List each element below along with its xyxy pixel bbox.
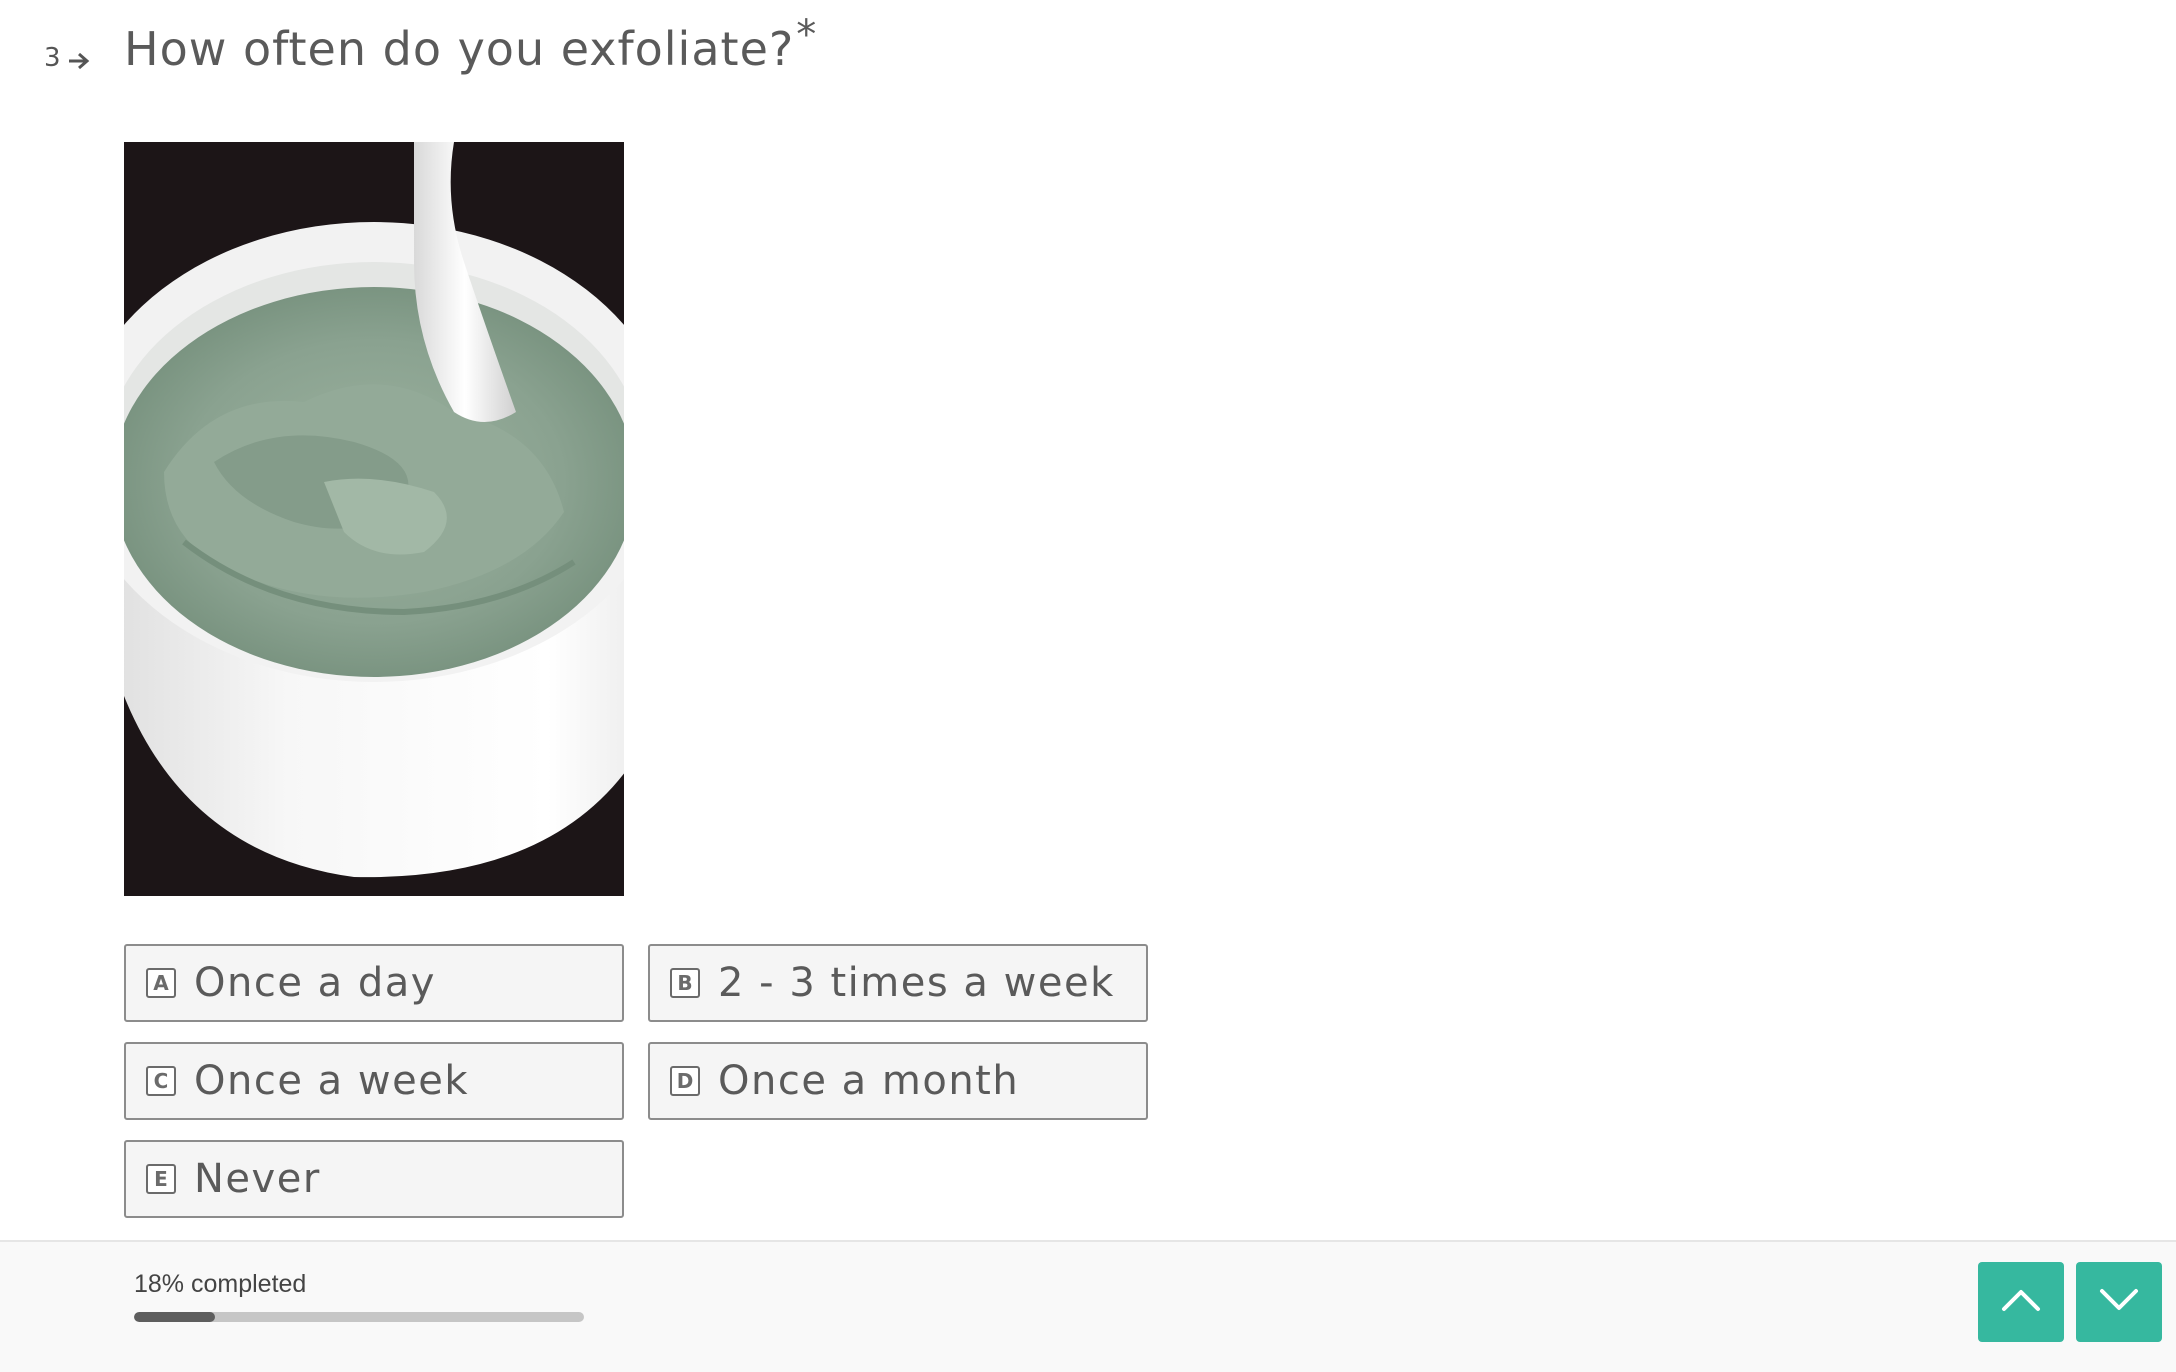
choice-key-c: C (146, 1066, 176, 1096)
choice-e[interactable]: E Never (124, 1140, 624, 1218)
choice-key-d: D (670, 1066, 700, 1096)
choice-key-a: A (146, 968, 176, 998)
question-title-text: How often do you exfoliate? (124, 22, 795, 76)
choice-label-c: Once a week (194, 1058, 469, 1104)
footer-bar: 18% completed (0, 1240, 2176, 1372)
required-asterisk: * (796, 12, 818, 58)
choice-d[interactable]: D Once a month (648, 1042, 1148, 1120)
progress-text: 18% completed (134, 1270, 307, 1298)
question-number: 3 (44, 43, 91, 73)
question-title: How often do you exfoliate?* (124, 12, 817, 76)
previous-question-button[interactable] (1978, 1262, 2064, 1342)
choice-label-a: Once a day (194, 960, 436, 1006)
choice-c[interactable]: C Once a week (124, 1042, 624, 1120)
question-image (124, 142, 624, 896)
question-number-text: 3 (44, 43, 61, 73)
choice-label-e: Never (194, 1156, 321, 1202)
choice-a[interactable]: A Once a day (124, 944, 624, 1022)
choice-label-b: 2 - 3 times a week (718, 960, 1115, 1006)
choice-key-b: B (670, 968, 700, 998)
next-question-button[interactable] (2076, 1262, 2162, 1342)
chevron-up-icon (2001, 1288, 2041, 1316)
progress-bar (134, 1312, 584, 1322)
chevron-down-icon (2099, 1288, 2139, 1316)
progress-bar-fill (134, 1312, 215, 1322)
arrow-right-icon (67, 48, 91, 70)
choice-label-d: Once a month (718, 1058, 1020, 1104)
choice-key-e: E (146, 1164, 176, 1194)
choice-b[interactable]: B 2 - 3 times a week (648, 944, 1148, 1022)
